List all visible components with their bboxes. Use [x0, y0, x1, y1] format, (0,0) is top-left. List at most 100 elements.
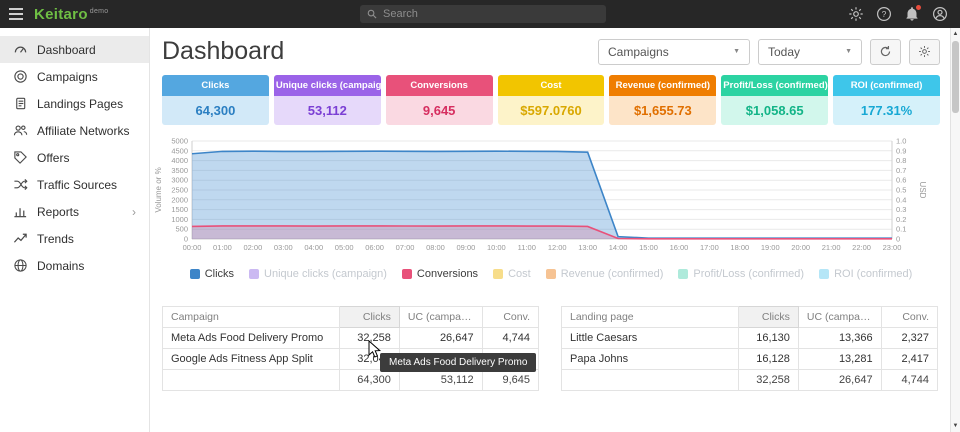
legend-swatch — [190, 269, 200, 279]
column-header-clicks[interactable]: Clicks — [738, 307, 798, 328]
sidebar-item-reports[interactable]: Reports › — [0, 198, 149, 225]
sidebar-item-label: Trends — [37, 232, 74, 246]
gear-icon — [918, 45, 931, 58]
legend-item-clicks[interactable]: Clicks — [190, 268, 234, 280]
metric-label: Clicks — [162, 75, 269, 96]
page-title: Dashboard — [162, 37, 284, 66]
column-header-conv[interactable]: Conv. — [881, 307, 937, 328]
svg-text:10:00: 10:00 — [487, 243, 506, 252]
app-window: Keitarodemo ? Dashboard — [0, 0, 960, 432]
notifications-bell-icon[interactable] — [904, 6, 920, 22]
metric-value: $1,058.65 — [721, 96, 828, 125]
svg-text:1000: 1000 — [171, 215, 188, 224]
row-value-cell: 16,130 — [738, 328, 798, 349]
legend-item-conversions[interactable]: Conversions — [402, 268, 478, 280]
row-value-cell: 2,327 — [881, 328, 937, 349]
scrollbar-thumb[interactable] — [952, 41, 959, 113]
column-header-conv[interactable]: Conv. — [482, 307, 538, 328]
totals-row: 32,25826,6474,744 — [562, 370, 938, 391]
svg-text:?: ? — [882, 9, 887, 19]
campaign-filter-select[interactable]: Campaigns ▼ — [598, 39, 750, 65]
column-header-clicks[interactable]: Clicks — [339, 307, 399, 328]
metric-label: Revenue (confirmed) — [609, 75, 716, 96]
sidebar-item-label: Domains — [37, 259, 84, 273]
legend-label: Conversions — [417, 268, 478, 280]
menu-icon[interactable] — [0, 8, 32, 20]
svg-text:0.9: 0.9 — [896, 146, 906, 155]
table-row[interactable]: Little Caesars16,13013,3662,327 — [562, 328, 938, 349]
row-value-cell: 2,417 — [881, 349, 937, 370]
sidebar-item-landings-pages[interactable]: Landings Pages — [0, 90, 149, 117]
scrollbar-down-button[interactable]: ▼ — [951, 420, 960, 432]
scrollbar[interactable]: ▲ ▼ — [950, 28, 960, 432]
campaign-filter-value: Campaigns — [608, 45, 669, 59]
legend-swatch — [493, 269, 503, 279]
svg-text:4500: 4500 — [171, 146, 188, 155]
svg-text:22:00: 22:00 — [852, 243, 871, 252]
sidebar-item-dashboard[interactable]: Dashboard — [0, 36, 149, 63]
metric-label: ROI (confirmed) — [833, 75, 940, 96]
svg-text:3000: 3000 — [171, 176, 188, 185]
trend-icon — [13, 231, 28, 246]
date-range-select[interactable]: Today ▼ — [758, 39, 862, 65]
row-name-cell: Meta Ads Food Delivery Promo — [163, 328, 340, 349]
sidebar-item-domains[interactable]: Domains — [0, 252, 149, 279]
column-header-campaign[interactable]: Campaign — [163, 307, 340, 328]
chevron-down-icon: ▼ — [845, 48, 852, 55]
total-cell: 64,300 — [339, 370, 399, 391]
scrollbar-up-button[interactable]: ▲ — [951, 28, 960, 40]
logo-demo-badge: demo — [90, 8, 109, 15]
table-row[interactable]: Papa Johns16,12813,2812,417 — [562, 349, 938, 370]
sidebar-item-label: Landings Pages — [37, 97, 123, 111]
svg-text:06:00: 06:00 — [365, 243, 384, 252]
total-cell: 32,258 — [738, 370, 798, 391]
app-logo[interactable]: Keitarodemo — [34, 6, 109, 23]
column-header-uc-campaign[interactable]: UC (campaign) — [798, 307, 881, 328]
settings-gear-icon[interactable] — [848, 6, 864, 22]
svg-text:USD: USD — [918, 182, 927, 199]
svg-text:0.2: 0.2 — [896, 215, 906, 224]
sidebar-item-label: Dashboard — [37, 43, 96, 57]
pages-icon — [13, 96, 28, 111]
sidebar-item-campaigns[interactable]: Campaigns — [0, 63, 149, 90]
totals-row: 64,30053,1129,645 — [163, 370, 539, 391]
sidebar-item-label: Offers — [37, 151, 69, 165]
row-value-cell: 16,128 — [738, 349, 798, 370]
metric-value: 177.31% — [833, 96, 940, 125]
metric-label: Cost — [498, 75, 605, 96]
legend-item-revenue-confirmed[interactable]: Revenue (confirmed) — [546, 268, 664, 280]
column-header-uc-campaign[interactable]: UC (campaign) — [399, 307, 482, 328]
sidebar-item-trends[interactable]: Trends — [0, 225, 149, 252]
svg-text:500: 500 — [175, 225, 188, 234]
sidebar-item-traffic-sources[interactable]: Traffic Sources — [0, 171, 149, 198]
metric-card-roi: ROI (confirmed)177.31% — [833, 75, 940, 125]
metric-card-unique-clicks: Unique clicks (campaign)53,112 — [274, 75, 381, 125]
svg-text:1500: 1500 — [171, 205, 188, 214]
help-icon[interactable]: ? — [876, 6, 892, 22]
legend-swatch — [678, 269, 688, 279]
legend-item-profit-loss-confirmed[interactable]: Profit/Loss (confirmed) — [678, 268, 804, 280]
legend-item-unique-clicks-campaign[interactable]: Unique clicks (campaign) — [249, 268, 387, 280]
account-icon[interactable] — [932, 6, 948, 22]
gauge-icon — [13, 42, 28, 57]
legend-item-roi-confirmed[interactable]: ROI (confirmed) — [819, 268, 912, 280]
row-value-cell: 13,366 — [798, 328, 881, 349]
dashboard-settings-button[interactable] — [909, 39, 940, 65]
landings-table-panel: Landing pageClicksUC (campaign)Conv.Litt… — [561, 306, 938, 391]
svg-text:16:00: 16:00 — [670, 243, 689, 252]
total-cell — [562, 370, 739, 391]
svg-text:19:00: 19:00 — [761, 243, 780, 252]
table-row[interactable]: Meta Ads Food Delivery Promo32,25826,647… — [163, 328, 539, 349]
svg-text:23:00: 23:00 — [883, 243, 902, 252]
global-search[interactable] — [360, 5, 606, 23]
search-input[interactable] — [383, 8, 599, 20]
svg-text:0.8: 0.8 — [896, 156, 906, 165]
refresh-button[interactable] — [870, 39, 901, 65]
landings-table: Landing pageClicksUC (campaign)Conv.Litt… — [561, 306, 938, 391]
sidebar-item-affiliate-networks[interactable]: Affiliate Networks — [0, 117, 149, 144]
sidebar-item-offers[interactable]: Offers — [0, 144, 149, 171]
legend-item-cost[interactable]: Cost — [493, 268, 531, 280]
column-header-landing-page[interactable]: Landing page — [562, 307, 739, 328]
main-content: Dashboard Campaigns ▼ Today ▼ Clicks 64,3… — [150, 28, 950, 432]
svg-text:13:00: 13:00 — [578, 243, 597, 252]
